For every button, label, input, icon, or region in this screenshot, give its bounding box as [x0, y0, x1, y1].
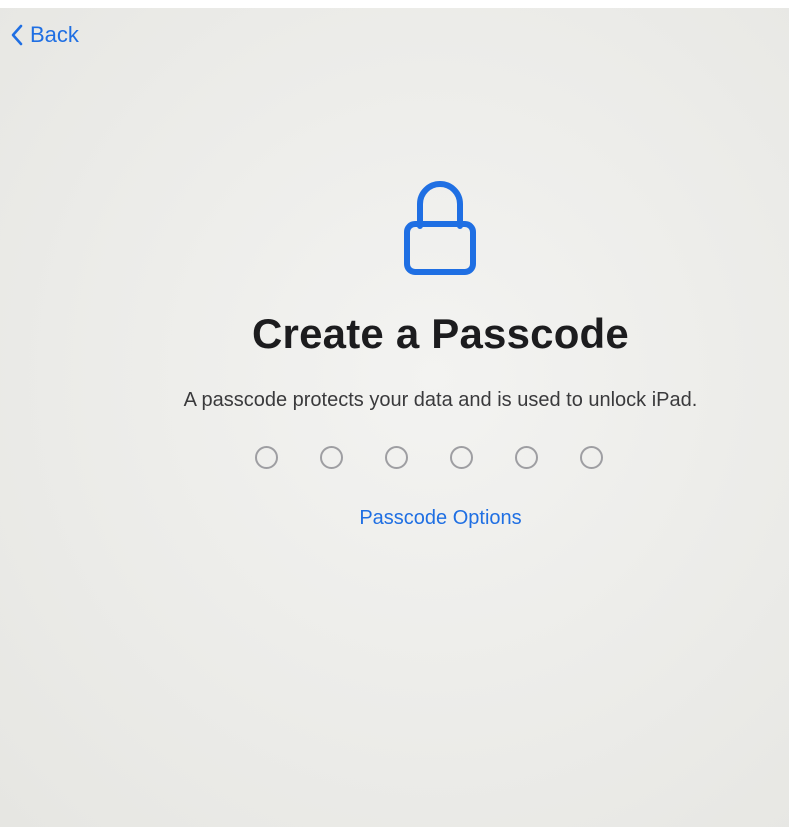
passcode-digit-dot — [385, 446, 408, 469]
back-button[interactable]: Back — [10, 20, 79, 50]
passcode-entry-indicator — [255, 446, 603, 469]
passcode-digit-dot — [515, 446, 538, 469]
passcode-digit-dot — [320, 446, 343, 469]
chevron-left-icon — [10, 23, 24, 47]
passcode-setup-screen: Back Create a Passcode A passcode protec… — [0, 8, 789, 827]
passcode-options-link[interactable]: Passcode Options — [0, 507, 789, 530]
passcode-digit-dot — [580, 446, 603, 469]
page-subtitle: A passcode protects your data and is use… — [183, 389, 698, 411]
lock-icon — [404, 174, 476, 276]
page-title: Create a Passcode — [252, 310, 629, 357]
passcode-digit-dot — [255, 446, 278, 469]
passcode-digit-dot — [450, 446, 473, 469]
back-label: Back — [30, 22, 79, 47]
